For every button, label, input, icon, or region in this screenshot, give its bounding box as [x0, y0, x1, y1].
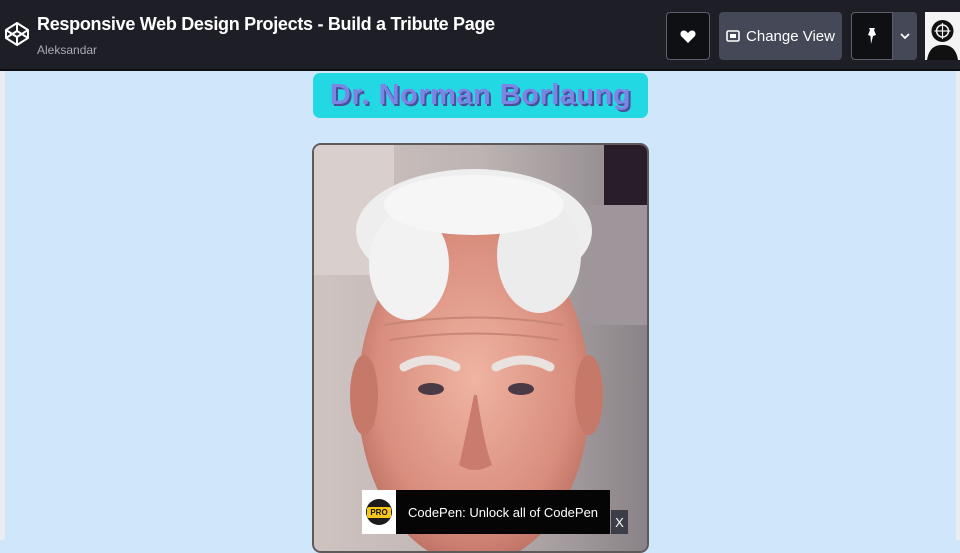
heart-icon: [680, 30, 696, 43]
editor-header: Responsive Web Design Projects - Build a…: [0, 0, 960, 71]
codepen-logo-icon[interactable]: [4, 21, 30, 47]
pro-badge: PRO: [362, 490, 396, 534]
pin-menu-button[interactable]: [893, 12, 917, 60]
pin-icon: [868, 28, 876, 44]
tribute-heading-banner: Dr. Norman Borlaung: [313, 73, 648, 118]
toast-message[interactable]: CodePen: Unlock all of CodePen: [396, 505, 610, 520]
avatar-icon: [925, 12, 960, 60]
like-button[interactable]: [666, 12, 710, 60]
pin-button[interactable]: [851, 12, 893, 60]
pro-badge-label: PRO: [367, 506, 391, 518]
layout-icon: [726, 30, 740, 42]
pro-badge-icon: PRO: [366, 499, 392, 525]
user-avatar[interactable]: [925, 12, 960, 60]
author-name[interactable]: Aleksandar: [37, 43, 97, 57]
preview-right-edge: [956, 71, 960, 540]
change-view-button[interactable]: Change View: [719, 12, 842, 60]
chevron-down-icon: [900, 32, 910, 39]
pen-title[interactable]: Responsive Web Design Projects - Build a…: [37, 14, 495, 35]
toast-close-button[interactable]: X: [611, 510, 628, 534]
change-view-label: Change View: [746, 27, 835, 45]
tribute-heading: Dr. Norman Borlaung: [329, 79, 632, 111]
codepen-pro-toast[interactable]: PRO CodePen: Unlock all of CodePen: [362, 490, 610, 534]
